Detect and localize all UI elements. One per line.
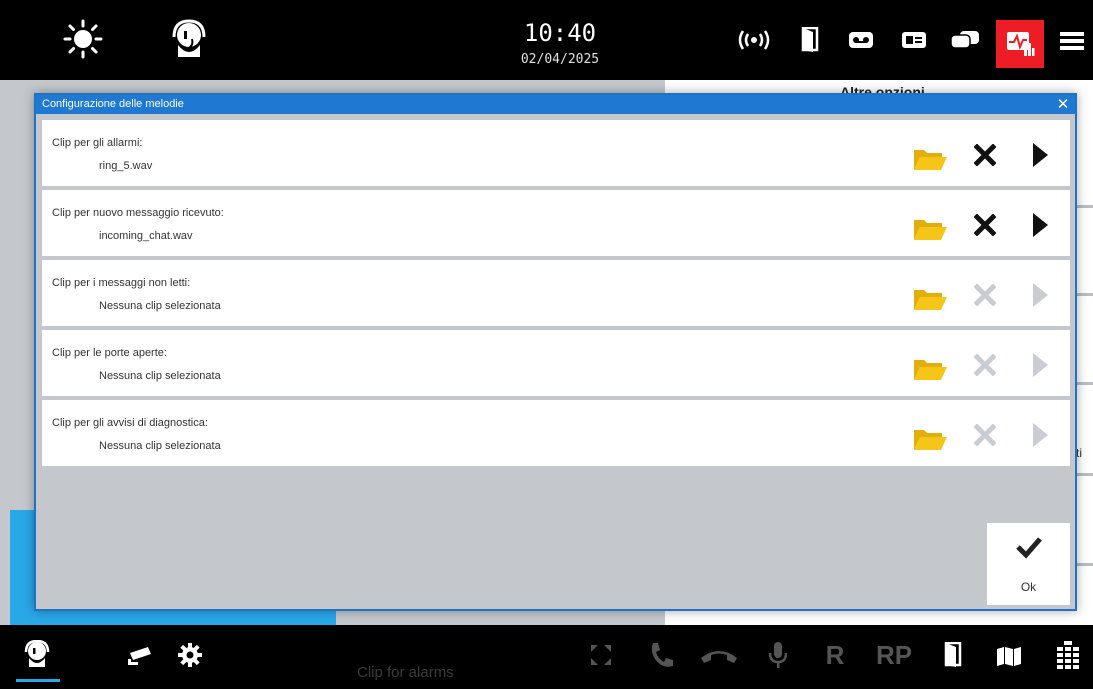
operator-icon[interactable] bbox=[22, 639, 52, 669]
clip-row-value: Nessuna clip selezionata bbox=[99, 370, 221, 382]
melody-config-dialog: Configurazione delle melodie ✕ Clip per … bbox=[34, 93, 1077, 611]
clip-row-label: Clip per i messaggi non letti: bbox=[52, 277, 191, 289]
fullscreen-icon bbox=[588, 642, 614, 668]
operator-headset-icon[interactable] bbox=[168, 18, 210, 60]
top-bar: 10:40 02/04/2025 bbox=[0, 0, 1093, 80]
clear-icon bbox=[970, 420, 1000, 450]
hangup-icon bbox=[698, 645, 740, 667]
play-icon bbox=[1027, 280, 1053, 310]
keypad-icon[interactable] bbox=[1053, 639, 1083, 671]
folder-icon[interactable] bbox=[912, 146, 948, 172]
rp-label: RP bbox=[875, 639, 913, 670]
ok-button-label: Ok bbox=[1020, 580, 1037, 594]
clip-row-value: Nessuna clip selezionata bbox=[99, 440, 221, 452]
r-label: R bbox=[825, 639, 845, 670]
settings-icon[interactable] bbox=[176, 641, 204, 669]
ok-button[interactable]: Ok bbox=[987, 523, 1070, 605]
map-icon[interactable] bbox=[994, 644, 1024, 668]
clear-icon bbox=[970, 280, 1000, 310]
active-tab-indicator bbox=[16, 679, 60, 682]
clip-row: Clip per i messaggi non letti: Nessuna c… bbox=[42, 260, 1070, 326]
folder-icon[interactable] bbox=[912, 356, 948, 382]
close-icon[interactable]: ✕ bbox=[1055, 96, 1071, 112]
screen: 10:40 02/04/2025 Altre opzioni ti Config… bbox=[0, 0, 1093, 689]
voicemail-icon[interactable] bbox=[844, 28, 878, 52]
clock-date: 02/04/2025 bbox=[520, 52, 600, 67]
clock: 10:40 02/04/2025 bbox=[480, 20, 640, 67]
clip-row: Clip per nuovo messaggio ricevuto: incom… bbox=[42, 190, 1070, 256]
clip-row: Clip per gli avvisi di diagnostica: Ness… bbox=[42, 400, 1070, 466]
clip-row-label: Clip per gli allarmi: bbox=[52, 137, 143, 149]
caption: Clip for alarms bbox=[357, 664, 454, 681]
phone-icon bbox=[646, 640, 676, 670]
clip-row-value: Nessuna clip selezionata bbox=[99, 300, 221, 312]
clear-icon[interactable] bbox=[970, 210, 1000, 240]
diagnostics-icon[interactable] bbox=[996, 20, 1044, 68]
play-icon[interactable] bbox=[1027, 140, 1053, 170]
clip-row: Clip per gli allarmi: ring_5.wav bbox=[42, 120, 1070, 186]
dialog-title: Configurazione delle melodie bbox=[42, 98, 184, 110]
clock-time: 10:40 bbox=[523, 19, 597, 47]
microphone-icon bbox=[766, 640, 790, 670]
bottom-bar: R RP bbox=[0, 625, 1093, 689]
brightness-icon[interactable] bbox=[62, 18, 104, 60]
play-icon bbox=[1027, 350, 1053, 380]
folder-icon[interactable] bbox=[912, 426, 948, 452]
door-icon[interactable] bbox=[940, 641, 966, 669]
id-card-icon[interactable] bbox=[897, 28, 931, 52]
menu-icon[interactable] bbox=[1056, 28, 1088, 54]
dialog-titlebar: Configurazione delle melodie ✕ bbox=[36, 95, 1075, 114]
play-icon bbox=[1027, 420, 1053, 450]
clip-row-value: ring_5.wav bbox=[99, 160, 153, 172]
play-icon[interactable] bbox=[1027, 210, 1053, 240]
clip-row-label: Clip per gli avvisi di diagnostica: bbox=[52, 417, 208, 429]
camera-icon[interactable] bbox=[125, 643, 157, 667]
door-icon[interactable] bbox=[795, 26, 825, 54]
clear-icon[interactable] bbox=[970, 140, 1000, 170]
folder-icon[interactable] bbox=[912, 286, 948, 312]
clip-row-label: Clip per nuovo messaggio ricevuto: bbox=[52, 207, 224, 219]
clear-icon bbox=[970, 350, 1000, 380]
checkmark-icon bbox=[1015, 535, 1043, 559]
clip-row-label: Clip per le porte aperte: bbox=[52, 347, 167, 359]
broadcast-icon[interactable] bbox=[735, 28, 773, 52]
clip-row: Clip per le porte aperte: Nessuna clip s… bbox=[42, 330, 1070, 396]
clip-row-value: incoming_chat.wav bbox=[99, 230, 193, 242]
folder-icon[interactable] bbox=[912, 216, 948, 242]
chat-icon[interactable] bbox=[948, 28, 982, 52]
